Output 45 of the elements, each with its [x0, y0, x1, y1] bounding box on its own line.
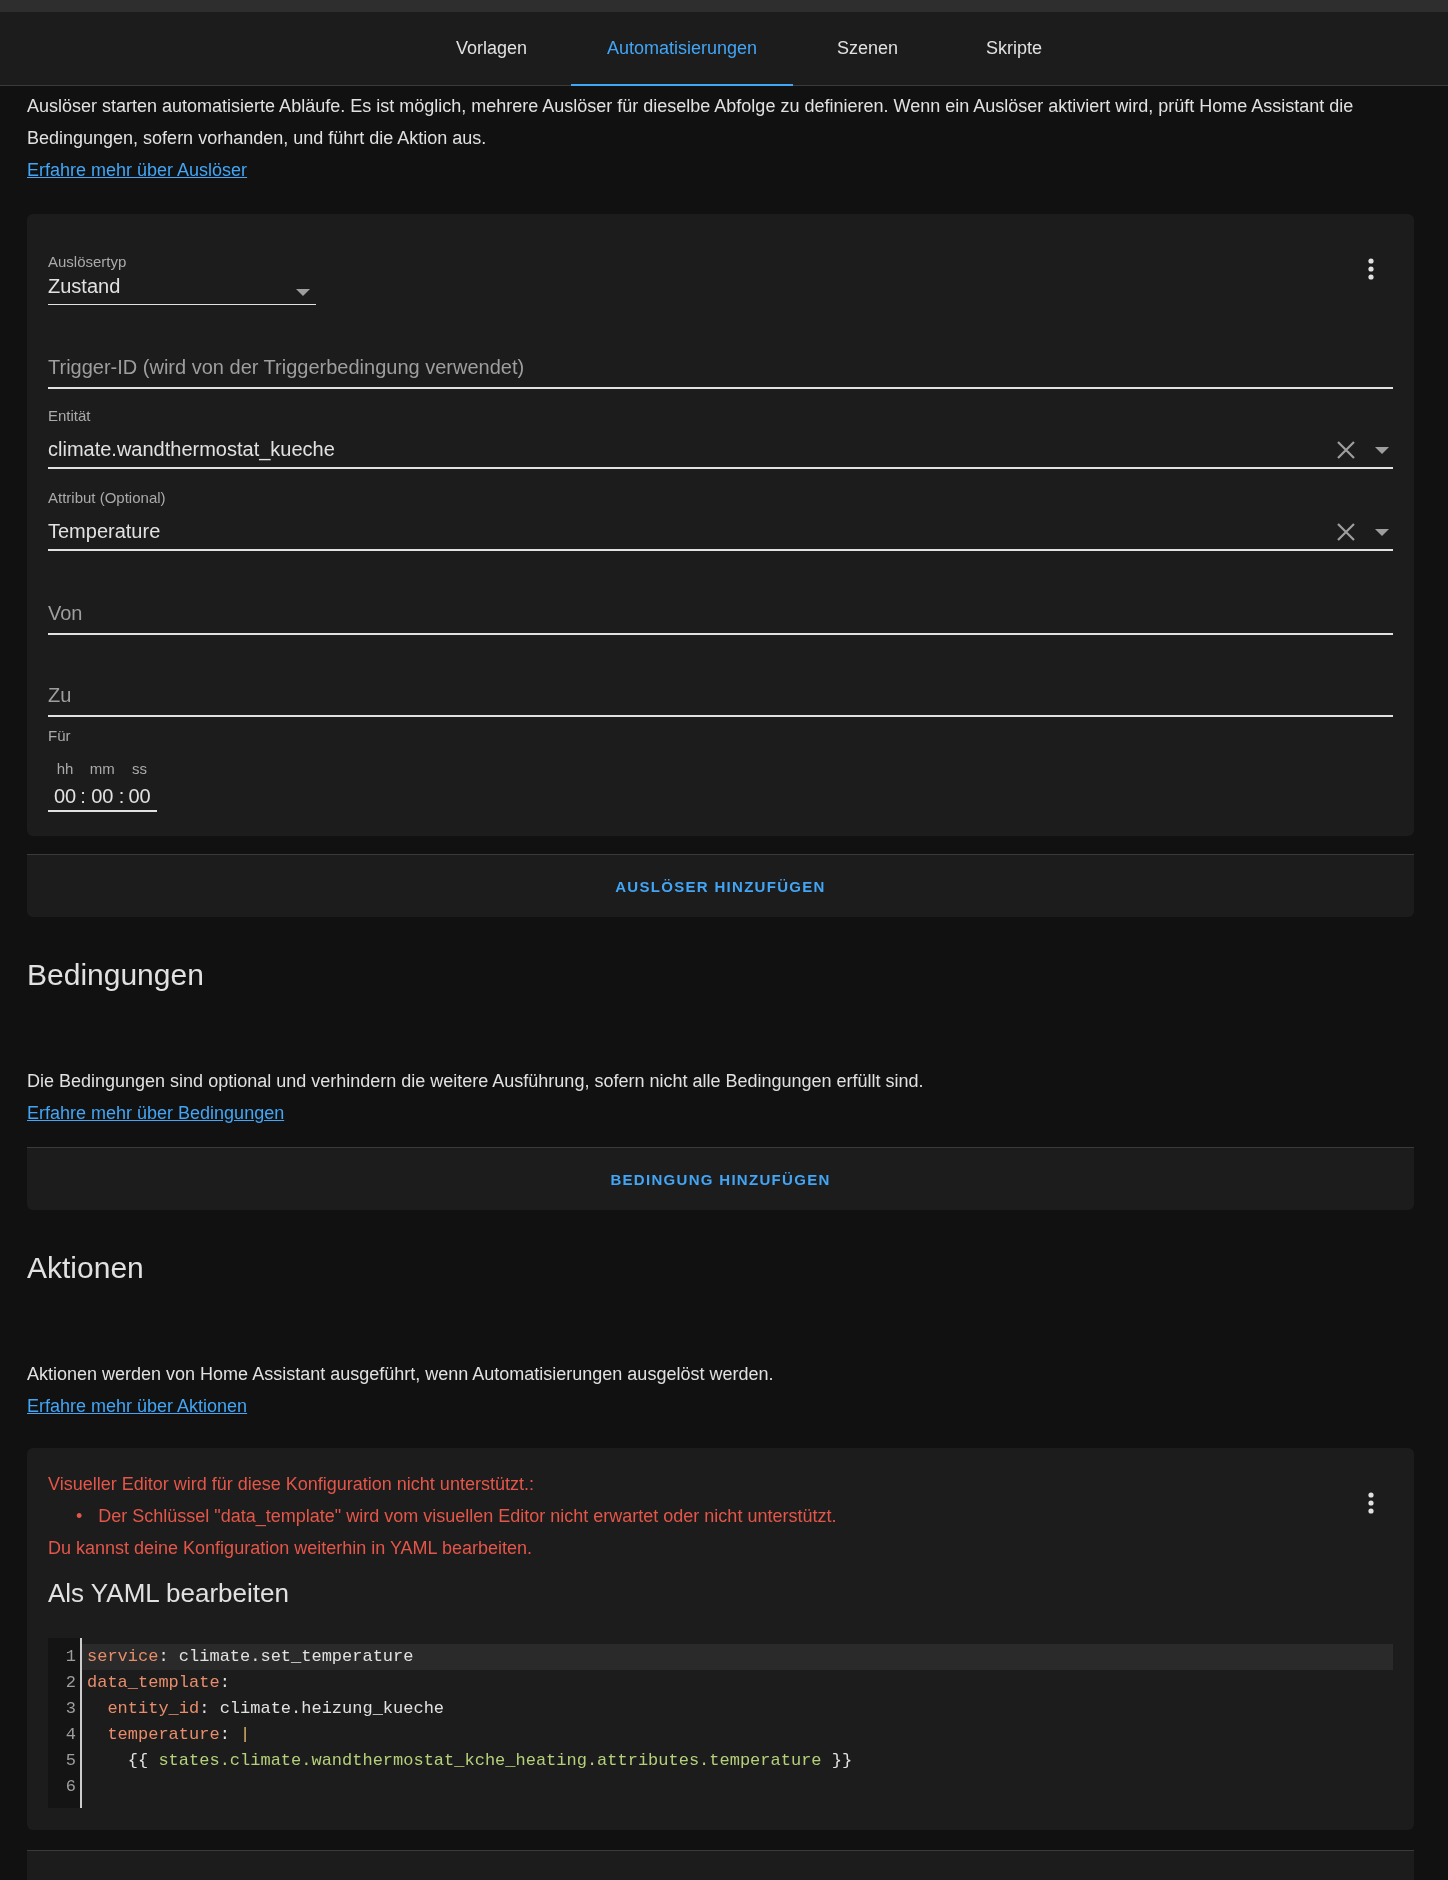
tab[interactable]: Szenen — [793, 12, 943, 86]
line-number: 3 — [64, 1698, 76, 1720]
section-heading: Aktionen — [27, 1250, 145, 1286]
text-field[interactable]: Trigger-ID (wird von der Triggerbedingung verwendet) — [48, 319, 1393, 389]
section-heading: Bedingungen — [27, 957, 205, 993]
select-field[interactable]: Auslösertyp Zustand — [48, 245, 316, 305]
bullet: • — [76, 1505, 83, 1528]
error-message: Du kannst deine Konfiguration weiterhin in YAML bearbeiten. — [48, 1537, 533, 1560]
more-options-icon[interactable] — [1368, 1492, 1374, 1514]
description-text: Auslöser starten automatisierte Abläufe. Es ist möglich, mehrere Auslöser für dieselbe Abfolge zu definieren. Wenn ein Auslöser aktiviert wird, prüft Home Assistant die Bedingungen, sofern vorhanden, und führt die Aktion aus. — [27, 95, 1355, 150]
caret-icon[interactable] — [1375, 528, 1389, 536]
clear-icon[interactable] — [1337, 441, 1355, 459]
add-button[interactable]: BEDINGUNG HINZUFÜGEN — [594, 1148, 847, 1210]
code-line: data_template: — [86, 1672, 231, 1694]
caret-icon[interactable] — [296, 289, 310, 296]
line-number: 1 — [64, 1646, 76, 1668]
learn-more-link[interactable]: Erfahre mehr über Aktionen — [27, 1390, 248, 1422]
line-number: 5 — [64, 1750, 76, 1772]
caret-icon[interactable] — [1375, 446, 1389, 454]
combo-field[interactable]: Entität climate.wandthermostat_kueche — [48, 399, 1393, 469]
line-number: 2 — [64, 1672, 76, 1694]
code-line: {{ states.climate.wandthermostat_kche_heating.attributes.temperature }} — [126, 1750, 854, 1772]
add-button[interactable]: AUSLÖSER HINZUFÜGEN — [599, 855, 842, 917]
clear-icon[interactable] — [1337, 523, 1355, 541]
error-item: Der Schlüssel "data_template" wird vom visuellen Editor nicht erwartet oder nicht unterstützt. — [98, 1505, 837, 1529]
yaml-heading: Als YAML bearbeiten — [48, 1578, 290, 1610]
code-line: temperature: | — [106, 1724, 252, 1746]
code-editor[interactable]: service: climate.set_temperature data_template: entity_id: climate.heizung_kueche temperature: | {{ states.climate.wandthermostat_kche_heating.attributes.temperature }} — [82, 1638, 1393, 1808]
more-options-icon[interactable] — [1368, 258, 1374, 280]
code-line: entity_id: climate.heizung_kueche — [106, 1698, 446, 1720]
description-text: Aktionen werden von Home Assistant ausgeführt, wenn Automatisierungen ausgelöst werden. — [27, 1363, 775, 1386]
tab[interactable]: Vorlagen — [411, 12, 571, 86]
learn-more-link[interactable]: Erfahre mehr über Auslöser — [27, 154, 248, 186]
field-label: Für — [48, 727, 71, 744]
tab[interactable]: Automatisierungen — [570, 12, 794, 86]
line-number: 4 — [64, 1724, 76, 1746]
text-field[interactable]: Zu — [48, 647, 1393, 717]
duration-field[interactable]: hh mm ss 00 : 00 : 00 — [48, 760, 157, 812]
tab[interactable]: Skripte — [942, 12, 1087, 86]
text-field[interactable]: Von — [48, 565, 1393, 635]
combo-field[interactable]: Attribut (Optional) Temperature — [48, 481, 1393, 551]
line-number: 6 — [64, 1776, 76, 1798]
learn-more-link[interactable]: Erfahre mehr über Bedingungen — [27, 1097, 285, 1129]
error-message: Visueller Editor wird für diese Konfiguration nicht unterstützt.: — [48, 1473, 535, 1496]
description-text: Die Bedingungen sind optional und verhindern die weitere Ausführung, sofern nicht alle Bedingungen erfüllt sind. — [27, 1070, 925, 1093]
